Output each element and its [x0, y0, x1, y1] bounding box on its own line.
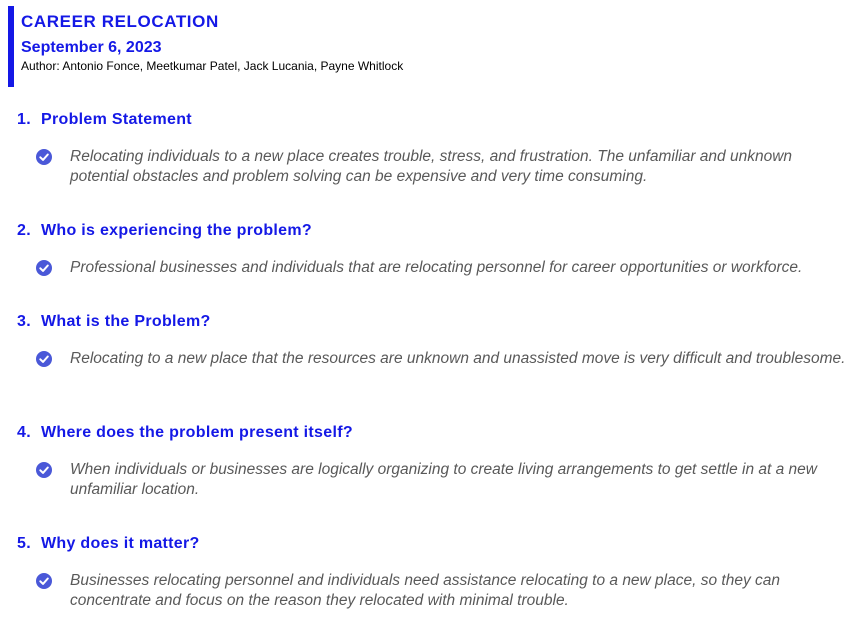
document-date: September 6, 2023	[21, 39, 162, 56]
section-body-text: When individuals or businesses are logic…	[70, 461, 817, 498]
section-body-text: Professional businesses and individuals …	[70, 259, 803, 276]
document-author: Author: Antonio Fonce, Meetkumar Patel, …	[21, 59, 404, 73]
section-why-matter: 5. Why does it matter? Businesses relocat…	[17, 535, 847, 615]
check-circle-icon	[36, 351, 52, 367]
section-number: 1.	[17, 111, 31, 128]
section-body-text: Relocating individuals to a new place cr…	[70, 148, 793, 185]
section-title: Why does it matter?	[41, 535, 200, 552]
section-body-text: Relocating to a new place that the resou…	[70, 350, 846, 367]
section-number: 5.	[17, 535, 31, 552]
check-circle-icon	[36, 260, 52, 276]
section-heading: 4. Where does the problem present itself?	[17, 424, 353, 442]
section-number: 3.	[17, 313, 31, 330]
section-title: Who is experiencing the problem?	[41, 222, 312, 239]
section-body-text: Businesses relocating personnel and indi…	[70, 572, 780, 609]
section-heading: 2. Who is experiencing the problem?	[17, 222, 312, 240]
section-where-problem: 4. Where does the problem present itself?…	[17, 424, 847, 504]
header-accent-bar	[8, 6, 14, 87]
document-header: CAREER RELOCATION September 6, 2023 Auth…	[8, 6, 828, 87]
section-what-problem: 3. What is the Problem? Relocating to a n…	[17, 313, 847, 393]
section-title: Where does the problem present itself?	[41, 424, 353, 441]
check-circle-icon	[36, 573, 52, 589]
section-number: 4.	[17, 424, 31, 441]
check-circle-icon	[36, 462, 52, 478]
section-who-experiencing: 2. Who is experiencing the problem? Profe…	[17, 222, 847, 282]
section-heading: 3. What is the Problem?	[17, 313, 211, 331]
section-problem-statement: 1. Problem Statement Relocating individua…	[17, 111, 847, 191]
section-heading: 5. Why does it matter?	[17, 535, 200, 553]
section-heading: 1. Problem Statement	[17, 111, 192, 129]
section-title: Problem Statement	[41, 111, 192, 128]
section-title: What is the Problem?	[41, 313, 211, 330]
check-circle-icon	[36, 149, 52, 165]
document-title: CAREER RELOCATION	[21, 12, 219, 31]
section-number: 2.	[17, 222, 31, 239]
